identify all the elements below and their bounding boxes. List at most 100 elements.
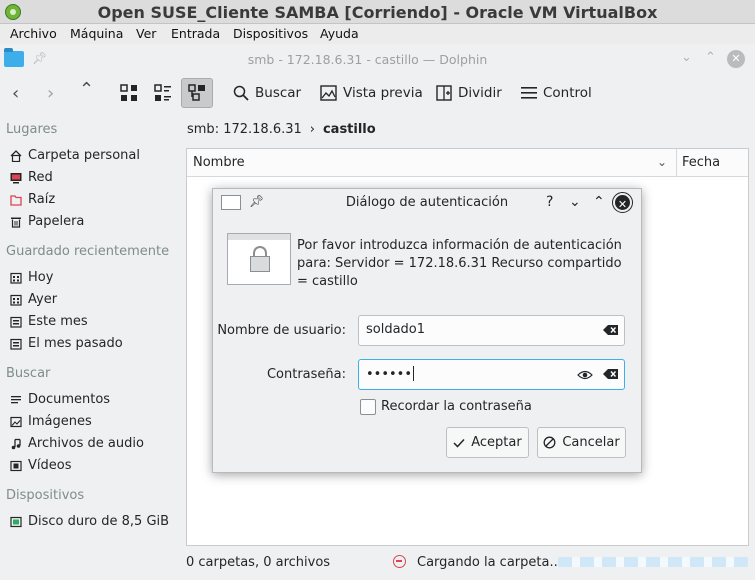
breadcrumb-item-server[interactable]: smb: 172.18.6.31 xyxy=(187,122,302,137)
preview-button[interactable]: Vista previa xyxy=(320,78,423,108)
control-button[interactable]: Control xyxy=(521,78,592,108)
clear-text-icon[interactable] xyxy=(603,324,619,336)
sidebar-item-label: Hoy xyxy=(28,270,54,285)
details-view-icon xyxy=(188,84,205,101)
search-button[interactable]: Buscar xyxy=(233,78,301,108)
sidebar-item-label: Red xyxy=(28,170,53,185)
back-icon[interactable]: ‹ xyxy=(12,83,19,104)
split-button-label: Dividir xyxy=(458,85,502,101)
sidebar-item-label: Vídeos xyxy=(28,458,72,473)
icons-view-button[interactable] xyxy=(113,78,145,108)
column-name[interactable]: Nombre xyxy=(193,155,245,170)
hard-drive-icon xyxy=(10,516,22,527)
menu-entrada[interactable]: Entrada xyxy=(171,26,220,41)
column-header: Nombre ⌄ Fecha xyxy=(187,149,748,177)
username-field[interactable]: soldado1 xyxy=(358,315,625,346)
document-icon xyxy=(11,395,21,403)
sidebar-item-label: Documentos xyxy=(28,392,111,407)
close-icon[interactable]: ✕ xyxy=(727,50,745,68)
menu-dispositivos[interactable]: Dispositivos xyxy=(233,26,308,41)
sidebar-item-videos[interactable]: Vídeos xyxy=(10,458,71,473)
sidebar-item-label: Imágenes xyxy=(28,414,92,429)
breadcrumb: smb: 172.18.6.31 › castillo xyxy=(187,122,376,137)
forward-icon[interactable]: › xyxy=(47,83,54,104)
item-count: 0 carpetas, 0 archivos xyxy=(186,555,331,570)
sidebar-item-images[interactable]: Imágenes xyxy=(10,414,92,429)
maximize-chevron-icon[interactable]: ⌃ xyxy=(593,194,605,210)
breadcrumb-separator-icon[interactable]: › xyxy=(310,122,315,137)
dolphin-window-title: smb - 172.18.6.31 - castillo — Dolphin xyxy=(247,52,488,67)
sidebar-item-last-month[interactable]: El mes pasado xyxy=(10,336,123,351)
control-button-label: Control xyxy=(543,85,592,101)
devices-header: Dispositivos xyxy=(6,488,85,503)
image-preview-icon xyxy=(320,85,337,101)
split-button[interactable]: Dividir xyxy=(436,78,502,108)
hamburger-menu-icon xyxy=(521,87,537,99)
checkmark-icon xyxy=(453,438,465,448)
column-date[interactable]: Fecha xyxy=(682,155,720,170)
sidebar-item-label: El mes pasado xyxy=(28,336,123,351)
accept-button[interactable]: Aceptar xyxy=(446,427,529,458)
column-divider[interactable] xyxy=(676,149,677,177)
sidebar-item-label: Ayer xyxy=(28,292,58,307)
minimize-chevron-icon[interactable]: ⌄ xyxy=(569,194,581,210)
password-field[interactable]: •••••• xyxy=(358,359,625,390)
dialog-titlebar: 📌︎ Diálogo de autenticación ? ⌄ ⌃ ✕ xyxy=(213,189,641,217)
clear-text-icon[interactable] xyxy=(603,368,619,380)
sidebar-item-yesterday[interactable]: Ayer xyxy=(10,292,57,307)
sidebar-item-network[interactable]: Red xyxy=(10,170,53,185)
sidebar-item-label: Carpeta personal xyxy=(28,148,140,163)
sidebar-item-documents[interactable]: Documentos xyxy=(10,392,110,407)
details-view-button[interactable] xyxy=(181,78,213,108)
breadcrumb-item-share[interactable]: castillo xyxy=(323,122,376,137)
lock-icon xyxy=(227,233,291,285)
vbox-titlebar: Open SUSE_Cliente SAMBA [Corriendo] - Or… xyxy=(0,0,755,24)
remember-password-label[interactable]: Recordar la contraseña xyxy=(381,399,532,414)
sort-chevron-down-icon[interactable]: ⌄ xyxy=(657,155,667,169)
calendar-icon xyxy=(10,316,22,328)
sidebar-item-root[interactable]: Raíz xyxy=(10,192,55,207)
up-icon[interactable]: ⌃ xyxy=(79,79,94,100)
image-icon xyxy=(10,416,22,427)
close-icon[interactable]: ✕ xyxy=(612,192,633,213)
compact-view-button[interactable] xyxy=(147,78,179,108)
stop-loading-icon[interactable] xyxy=(393,555,406,568)
places-header: Lugares xyxy=(6,122,58,137)
recent-header: Guardado recientemente xyxy=(6,244,170,259)
sidebar-item-label: Papelera xyxy=(28,214,85,229)
menu-archivo[interactable]: Archivo xyxy=(10,26,57,41)
places-panel: Lugares Carpeta personal Red Raíz Papele… xyxy=(0,118,184,552)
search-header: Buscar xyxy=(6,366,51,381)
sidebar-item-this-month[interactable]: Este mes xyxy=(10,314,88,329)
dolphin-titlebar: 📌︎ smb - 172.18.6.31 - castillo — Dolphi… xyxy=(0,44,755,74)
music-note-icon xyxy=(11,438,21,449)
help-icon[interactable]: ? xyxy=(546,194,553,210)
sidebar-item-home[interactable]: Carpeta personal xyxy=(10,148,140,163)
show-password-eye-icon[interactable] xyxy=(577,369,593,381)
menu-ayuda[interactable]: Ayuda xyxy=(320,26,359,41)
sidebar-item-trash[interactable]: Papelera xyxy=(10,214,84,229)
calendar-icon xyxy=(10,338,22,350)
sidebar-item-today[interactable]: Hoy xyxy=(10,270,53,285)
menu-ver[interactable]: Ver xyxy=(136,26,156,41)
sidebar-item-label: Disco duro de 8,5 GiB xyxy=(28,514,170,529)
cancel-icon xyxy=(543,436,556,449)
cancel-button[interactable]: Cancelar xyxy=(537,427,626,458)
remember-password-checkbox[interactable] xyxy=(360,399,376,415)
username-value: soldado1 xyxy=(366,322,426,337)
auth-dialog: 📌︎ Diálogo de autenticación ? ⌄ ⌃ ✕ Por … xyxy=(212,188,642,473)
grid-view-icon xyxy=(120,84,137,101)
split-view-icon xyxy=(436,85,452,101)
sidebar-item-harddisk[interactable]: Disco duro de 8,5 GiB xyxy=(10,514,169,529)
sidebar-item-audio[interactable]: Archivos de audio xyxy=(10,436,144,451)
vbox-menubar: Archivo Máquina Ver Entrada Dispositivos… xyxy=(0,24,755,44)
vbox-window-title: Open SUSE_Cliente SAMBA [Corriendo] - Or… xyxy=(97,3,658,22)
accept-button-label: Aceptar xyxy=(471,435,522,450)
maximize-chevron-icon[interactable]: ⌃ xyxy=(705,50,716,65)
username-label: Nombre de usuario: xyxy=(217,323,346,338)
compact-view-icon xyxy=(154,84,171,101)
minimize-chevron-icon[interactable]: ⌄ xyxy=(681,50,692,65)
sidebar-item-label: Archivos de audio xyxy=(28,436,144,451)
menu-maquina[interactable]: Máquina xyxy=(70,26,123,41)
calendar-icon xyxy=(10,294,22,306)
